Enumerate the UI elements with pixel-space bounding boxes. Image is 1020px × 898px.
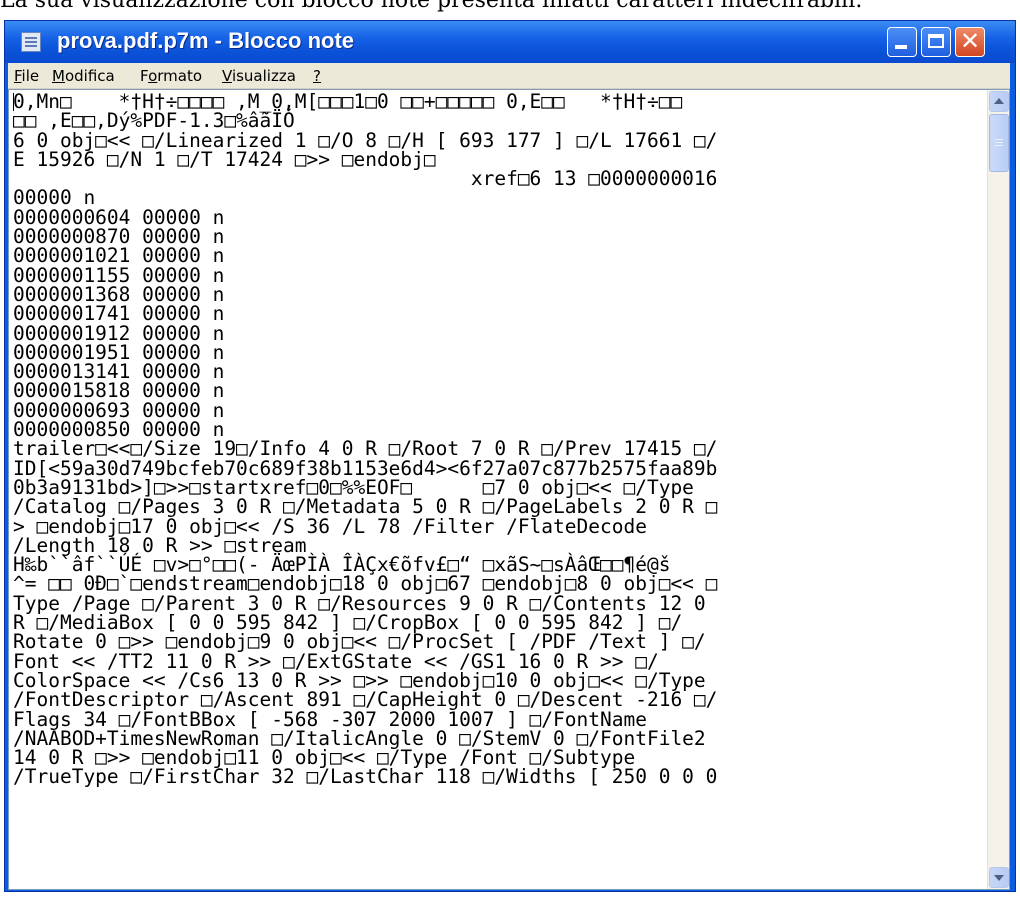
text-line: 0000001912 00000 n: [13, 321, 225, 345]
notepad-window: prova.pdf.p7m - Blocco note ✕ File Modif…: [4, 20, 1016, 892]
close-icon: ✕: [959, 27, 981, 55]
text-line: Rotate 0 □>> □endobj□9 0 obj□<< □/ProcSe…: [13, 630, 706, 654]
text-line: /TrueType □/FirstChar 32 □/LastChar 118 …: [13, 765, 718, 789]
caption-text: La sua visualizzazione con blocco note p…: [0, 0, 1020, 12]
maximize-button[interactable]: [921, 27, 951, 57]
text-line: 0000015818 00000 n: [13, 379, 225, 403]
scroll-up-arrow-icon: [994, 98, 1004, 104]
text-line: Flags 34 □/FontBBox [ -568 -307 2000 100…: [13, 707, 647, 731]
minimize-icon: [895, 45, 907, 49]
window-title: prova.pdf.p7m - Blocco note: [57, 28, 355, 53]
text-line: □□ ,E□□,Dý%PDF-1.3□%âãÏÓ: [13, 109, 295, 133]
scroll-down-button[interactable]: [989, 867, 1009, 888]
document-text[interactable]: 0,Mn□ *†H†÷□□□□ ,M_0,M[□□□1□0 □□+□□□□□ 0…: [13, 92, 987, 887]
menu-file[interactable]: File: [14, 67, 39, 85]
close-button[interactable]: ✕: [955, 27, 985, 57]
text-line: trailer□<<□/Size 19□/Info 4 0 R □/Root 7…: [13, 437, 718, 461]
text-line: 00000 n: [13, 186, 96, 210]
menu-modifica[interactable]: Modifica: [52, 67, 115, 85]
scrollbar-thumb[interactable]: [989, 114, 1009, 172]
scroll-down-arrow-icon: [994, 875, 1004, 881]
text-line: 0000001021 00000 n: [13, 244, 225, 268]
menu-bar: File Modifica Formato Visualizza ?: [8, 63, 1010, 89]
text-line: > □endobj□17 0 obj□<< /S 36 /L 78 /Filte…: [13, 514, 647, 538]
text-line: 6 0 obj□<< □/Linearized 1 □/O 8 □/H [ 69…: [13, 128, 718, 152]
grip-icon: [995, 139, 1003, 140]
maximize-icon: [928, 34, 944, 48]
text-line: xref□6 13 □0000000016: [13, 167, 718, 191]
vertical-scrollbar[interactable]: [987, 90, 1009, 889]
text-line: Font << /TT2 11 0 R >> □/ExtGState << /G…: [13, 649, 659, 673]
text-line: /FontDescriptor □/Ascent 891 □/CapHeight…: [13, 688, 718, 712]
scroll-up-button[interactable]: [989, 91, 1009, 112]
edit-area[interactable]: 0,Mn□ *†H†÷□□□□ ,M_0,M[□□□1□0 □□+□□□□□ 0…: [8, 89, 1010, 890]
menu-help[interactable]: ?: [313, 67, 321, 85]
text-line: ^= □□ 0Ð□`□endstream□endobj□18 0 obj□67 …: [13, 572, 718, 596]
text-line: 0000001741 00000 n: [13, 302, 225, 326]
title-bar[interactable]: prova.pdf.p7m - Blocco note ✕: [5, 21, 1015, 63]
notepad-app-icon[interactable]: [21, 32, 41, 52]
menu-formato[interactable]: Formato: [140, 67, 202, 85]
minimize-button[interactable]: [887, 27, 917, 57]
text-line: /Catalog □/Pages 3 0 R □/Metadata 5 0 R …: [13, 495, 718, 519]
menu-visualizza[interactable]: Visualizza: [222, 67, 296, 85]
